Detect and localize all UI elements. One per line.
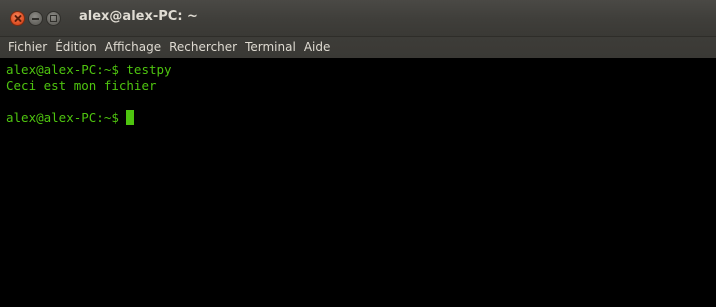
menu-affichage[interactable]: Affichage [100,37,164,58]
prompt-text: alex@alex-PC:~$ [6,110,127,125]
window-title: alex@alex-PC: ~ [79,9,198,24]
maximize-icon[interactable] [46,11,61,26]
terminal-window: alex@alex-PC: ~ Fichier Édition Affichag… [0,0,716,307]
menu-edition[interactable]: Édition [50,37,100,58]
text-cursor [126,110,135,125]
menu-aide[interactable]: Aide [299,37,334,58]
title-bar[interactable]: alex@alex-PC: ~ [0,0,716,37]
menu-terminal[interactable]: Terminal [240,37,299,58]
menu-rechercher[interactable]: Rechercher [164,37,240,58]
terminal-line-command: alex@alex-PC:~$ testpy [6,62,172,77]
menu-bar: Fichier Édition Affichage Rechercher Ter… [0,37,716,58]
terminal-output[interactable]: alex@alex-PC:~$ testpy Ceci est mon fich… [0,58,716,307]
minimize-icon[interactable] [28,11,43,26]
terminal-line-prompt: alex@alex-PC:~$ [6,110,716,126]
terminal-line-output: Ceci est mon fichier [6,78,157,93]
close-icon[interactable] [10,11,25,26]
menu-fichier[interactable]: Fichier [0,37,50,58]
